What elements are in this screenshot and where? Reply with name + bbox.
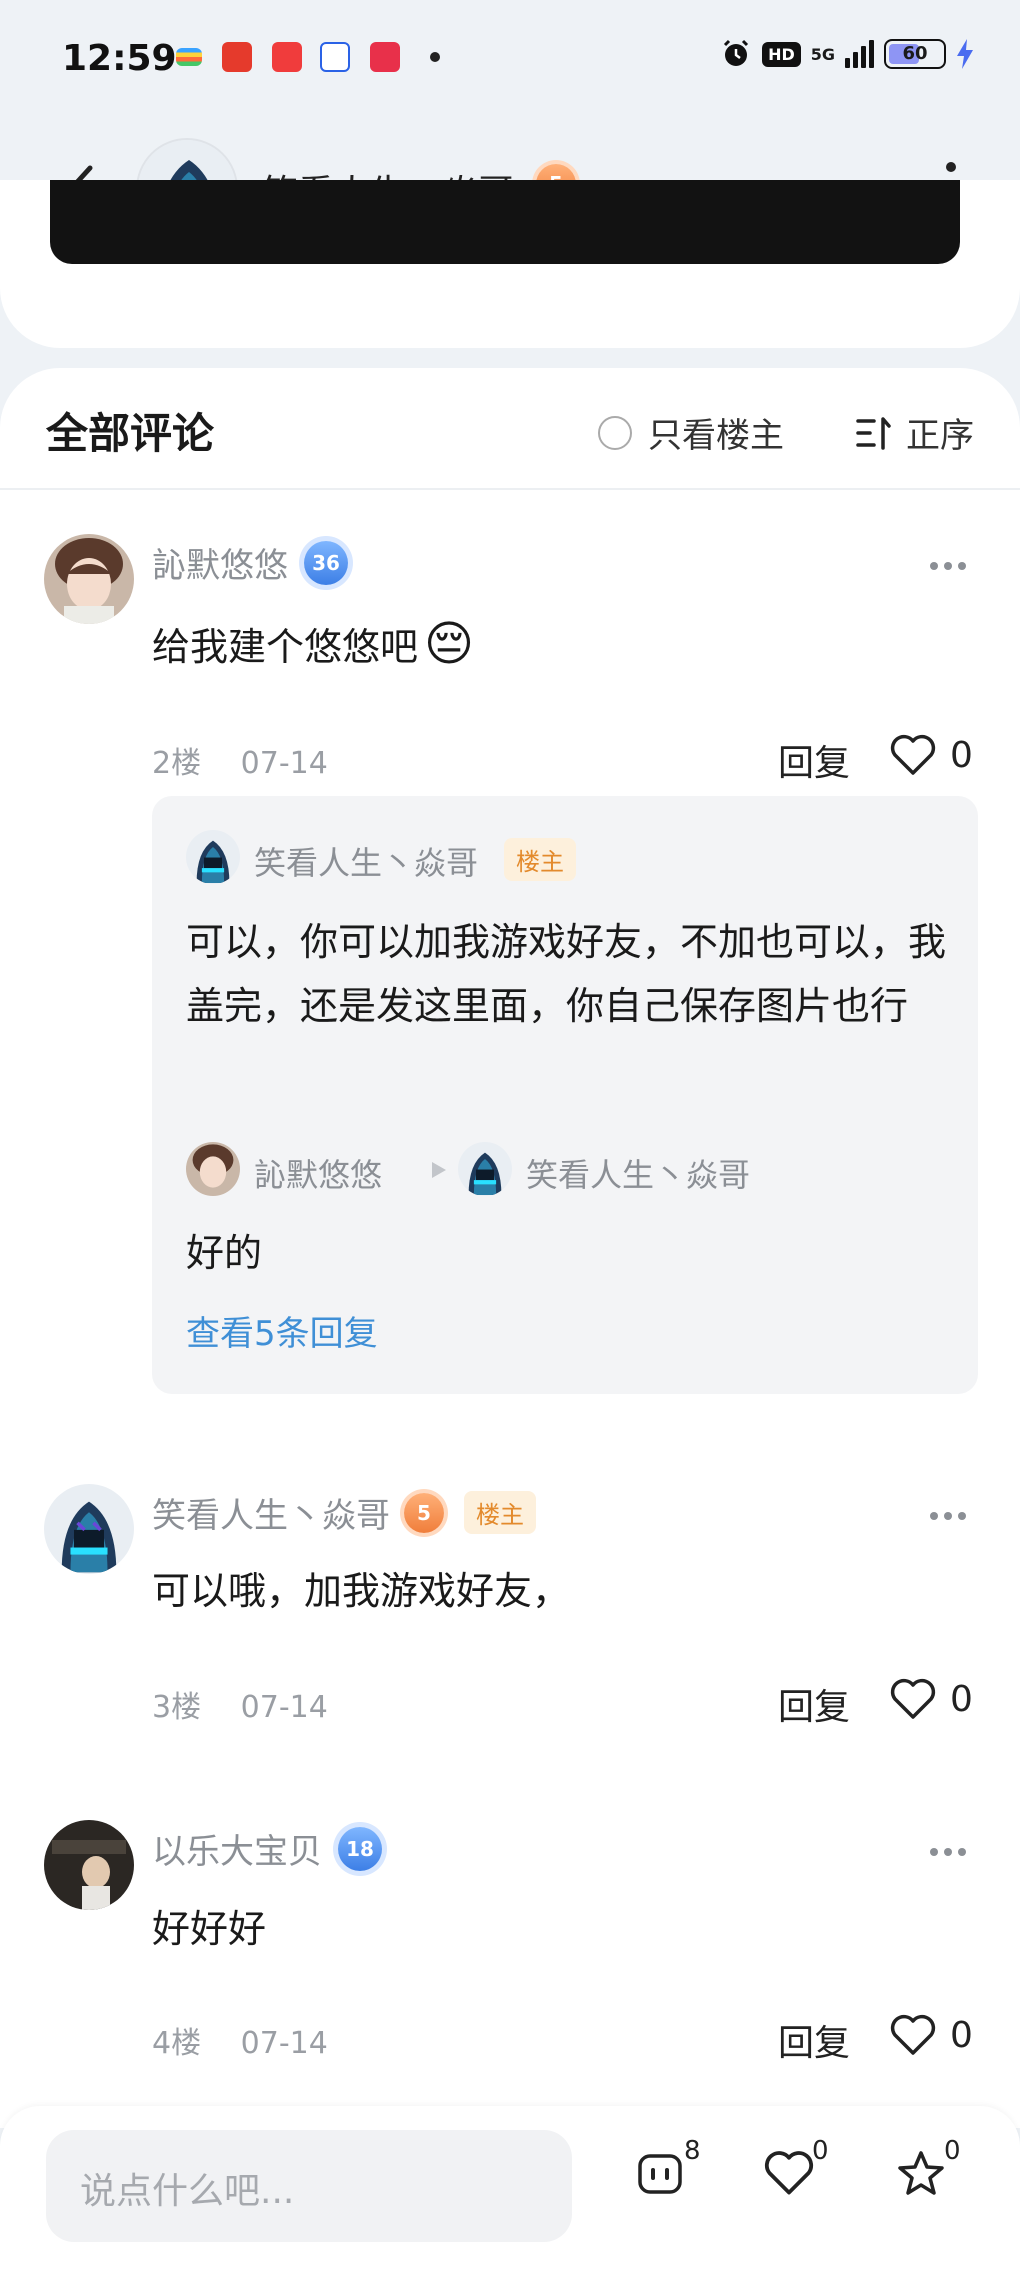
comment-date: 07-14 [240,746,328,781]
floor-number: 2楼 [152,746,202,781]
star-count: 0 [944,2136,961,2166]
avatar[interactable] [44,534,134,624]
emoji: 😔 [424,615,475,672]
network-type: 5G [810,44,835,64]
comment-user-name[interactable]: 笑看人生丶焱哥 5 楼主 [152,1488,536,1537]
comment-button[interactable]: 8 [636,2136,701,2202]
comment-user-name[interactable]: 訫默悠悠 36 [152,538,348,587]
reply-button[interactable]: 回复 [778,1678,850,1730]
sort-icon [856,416,891,450]
avatar[interactable] [44,1820,134,1910]
reply-button[interactable]: 回复 [778,2014,850,2066]
reply-user-name[interactable]: 笑看人生丶焱哥 [254,838,478,884]
heart-icon [890,2014,936,2055]
audio-app-icon [222,42,252,72]
hd-icon: HD [762,41,801,67]
reply-to-name[interactable]: 笑看人生丶焱哥 [526,1150,750,1196]
reply-thread: 笑看人生丶焱哥 楼主 可以，你可以加我游戏好友，不加也可以，我盖完，还是发这里面… [152,796,978,1394]
status-bar: 12:59 HD 5G 60 [0,0,1020,118]
comment-date: 07-14 [240,2026,328,2061]
like-button[interactable]: 0 [890,734,973,776]
favorite-button[interactable]: 0 [896,2136,961,2202]
comments-title: 全部评论 [46,409,215,458]
comment-icon [638,2154,682,2194]
only-host-filter[interactable]: 只看楼主 [598,408,784,457]
post-content-card [0,180,1020,348]
floor-number: 4楼 [152,2026,202,2061]
status-time: 12:59 [62,38,177,79]
avatar[interactable] [186,830,240,884]
alarm-icon [724,39,749,66]
avatar[interactable] [186,1142,240,1196]
comment-text: 可以哦，加我游戏好友， [152,1569,571,1613]
sort-label: 正序 [906,416,974,456]
comment-user-name[interactable]: 以乐大宝贝 18 [152,1824,382,1873]
user-name-text: 以乐大宝贝 [152,1832,322,1872]
comment-text-body: 给我建个悠悠吧 [152,625,419,669]
heart-icon [890,734,936,775]
like-count: 0 [812,2136,829,2166]
view-more-replies-link[interactable]: 查看5条回复 [186,1306,378,1355]
comment-count: 8 [684,2136,701,2166]
host-tag: 楼主 [504,838,576,881]
more-horizontal-icon[interactable] [930,1512,966,1520]
paw-app-icon [320,42,350,72]
reply-arrow-icon [432,1162,446,1178]
star-icon [898,2151,944,2195]
radio-icon[interactable] [598,415,632,450]
only-host-label: 只看楼主 [648,416,784,456]
battery-icon: 60 [884,39,946,69]
comment-text: 好好好 [152,1907,267,1951]
bottom-action-bar: 说点什么吧... 8 0 0 [0,2106,1020,2278]
reply-text: 可以，你可以加我游戏好友，不加也可以，我盖完，还是发这里面，你自己保存图片也行 [186,920,947,1028]
comment-meta: 3楼 07-14 [152,1682,328,1726]
app-notification-icon [176,48,202,66]
like-post-button[interactable]: 0 [764,2136,829,2200]
like-count: 0 [950,2014,973,2056]
reply-from-name[interactable]: 訫默悠悠 [254,1150,382,1196]
user-name-text: 訫默悠悠 [152,546,288,586]
avatar[interactable] [458,1142,512,1196]
battery-level: 60 [902,43,928,64]
avatar[interactable] [44,1484,134,1574]
comment-input[interactable]: 说点什么吧... [46,2130,572,2242]
user-name-text: 笑看人生丶焱哥 [152,1496,390,1536]
floor-number: 3楼 [152,1690,202,1725]
host-tag: 楼主 [464,1491,536,1534]
level-badge: 18 [338,1826,382,1871]
level-badge: 36 [304,540,348,585]
level-badge: 5 [404,1492,444,1533]
comment-text: 给我建个悠悠吧 😔 [152,616,474,671]
comments-section: 全部评论 只看楼主 正序 訫默悠悠 36 给我建个悠悠吧 😔 2楼 07-14 … [0,368,1020,2128]
signal-icon [845,40,874,68]
charging-icon [957,39,973,69]
like-button[interactable]: 0 [890,1678,973,1720]
like-button[interactable]: 0 [890,2014,973,2056]
heart-icon [764,2151,814,2195]
reply-button[interactable]: 回复 [778,734,850,786]
comment-date: 07-14 [240,1690,328,1725]
more-notifications-dot [430,52,440,62]
divider [0,488,1020,490]
like-count: 0 [950,1678,973,1720]
more-horizontal-icon[interactable] [930,1848,966,1856]
heart-icon [890,1678,936,1719]
music-app-icon [272,42,302,72]
comment-meta: 2楼 07-14 [152,738,328,782]
like-count: 0 [950,734,973,776]
more-horizontal-icon[interactable] [930,562,966,570]
comment-meta: 4楼 07-14 [152,2018,328,2062]
video-app-icon [370,42,400,72]
reply-text: 好的 [186,1231,263,1275]
post-image-edge[interactable] [50,180,960,264]
sort-toggle[interactable]: 正序 [856,408,974,457]
status-right: HD 5G 60 [720,38,974,70]
